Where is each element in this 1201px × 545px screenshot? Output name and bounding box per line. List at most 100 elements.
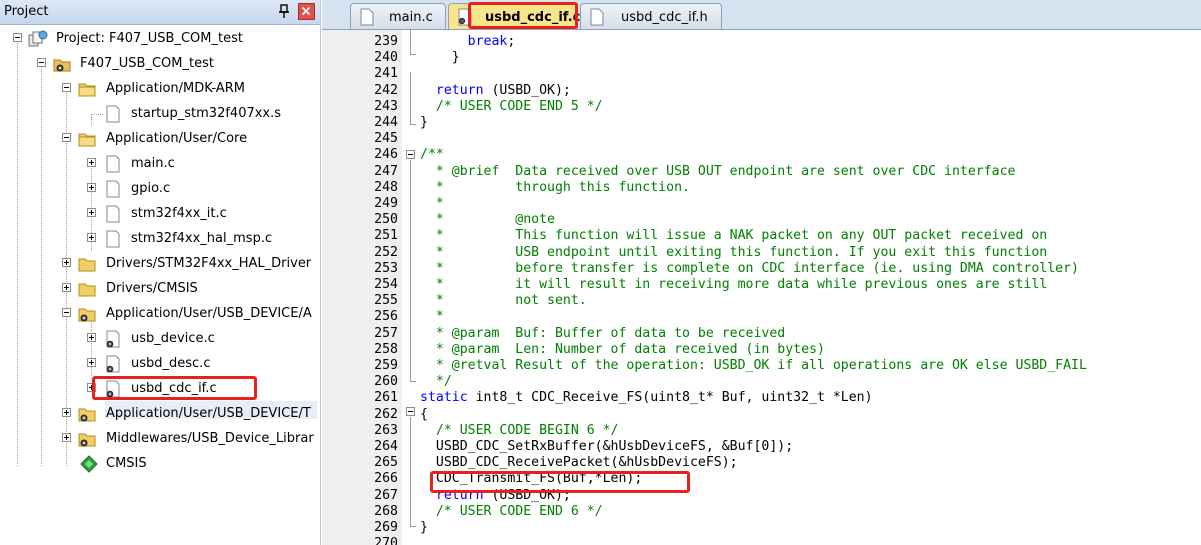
line-number: 241: [374, 66, 398, 82]
code-line[interactable]: 263 /* USER CODE BEGIN 6 */: [322, 423, 1201, 439]
fold-toggle-icon[interactable]: [406, 150, 415, 159]
pin-icon[interactable]: [277, 4, 291, 19]
code-line[interactable]: 248 * through this function.: [322, 180, 1201, 196]
code-token: {: [420, 406, 428, 422]
tree-item-group[interactable]: Application/User/Core: [0, 127, 320, 151]
line-number: 254: [374, 277, 398, 292]
code-token: /* USER CODE END 6 */: [435, 503, 603, 519]
code-text: * @retval Result of the operation: USBD_…: [420, 358, 1087, 374]
collapse-icon[interactable]: [37, 58, 46, 67]
code-line[interactable]: 257 * @param Buf: Buffer of data to be r…: [322, 326, 1201, 342]
fold-toggle-icon[interactable]: [406, 407, 415, 416]
tab-main-c[interactable]: main.c: [350, 3, 446, 29]
code-area[interactable]: 239 break; 240 } 241 242 return (USBD_OK); 2…: [322, 30, 1201, 545]
tab-usbd-cdc-if-h[interactable]: usbd_cdc_if.h: [580, 3, 722, 29]
tree-item-file[interactable]: gpio.c: [0, 177, 320, 201]
tree-item-cmsis[interactable]: CMSIS: [0, 452, 320, 476]
tree-item-group[interactable]: Drivers/CMSIS: [0, 277, 320, 301]
tree-item-file[interactable]: startup_stm32f407xx.s: [0, 102, 320, 126]
tree-item-target[interactable]: F407_USB_COM_test: [0, 52, 320, 76]
file-gear-icon: [106, 355, 120, 373]
code-text: * This function will issue a NAK packet …: [420, 228, 1047, 244]
expand-icon[interactable]: [62, 258, 71, 267]
code-text: static int8_t CDC_Receive_FS(uint8_t* Bu…: [420, 390, 873, 406]
code-line[interactable]: 252 * USB endpoint until exiting this fu…: [322, 245, 1201, 261]
tree-item-label: usbd_desc.c: [131, 356, 211, 371]
code-line[interactable]: 246 /**: [322, 147, 1201, 163]
collapse-icon[interactable]: [62, 133, 71, 142]
line-number: 265: [374, 455, 398, 471]
code-line[interactable]: 259 * @retval Result of the operation: U…: [322, 358, 1201, 374]
code-line[interactable]: 240 }: [322, 50, 1201, 66]
line-number: 251: [374, 228, 398, 244]
tree-item-file[interactable]: usbd_desc.c: [0, 352, 320, 376]
tree-item-file[interactable]: main.c: [0, 152, 320, 176]
expand-icon[interactable]: [62, 408, 71, 417]
line-number: 260: [374, 374, 398, 390]
expand-icon[interactable]: [62, 283, 71, 292]
file-icon: [590, 8, 604, 26]
expand-icon[interactable]: [87, 358, 96, 367]
close-panel-icon[interactable]: [298, 3, 315, 20]
code-token: break: [467, 34, 508, 49]
code-line[interactable]: 270: [322, 536, 1201, 545]
code-line[interactable]: 245: [322, 131, 1201, 147]
collapse-icon[interactable]: [62, 308, 71, 317]
expand-icon[interactable]: [87, 158, 96, 167]
code-text: break;: [420, 34, 516, 50]
code-text: * @param Len: Number of data received (i…: [420, 342, 825, 358]
expand-icon[interactable]: [87, 183, 96, 192]
tree-item-group[interactable]: Middlewares/USB_Device_Librar: [0, 427, 320, 451]
project-panel: Project Project: F407_USB_COM_test F407_…: [0, 0, 321, 545]
code-line[interactable]: 254 * it will result in receiving more d…: [322, 277, 1201, 293]
line-number: 247: [374, 163, 398, 179]
tree-item-group[interactable]: Application/User/USB_DEVICE/A: [0, 302, 320, 326]
line-number: 239: [374, 34, 398, 49]
code-line[interactable]: 242 return (USBD_OK);: [322, 83, 1201, 99]
tree-item-group[interactable]: Application/User/USB_DEVICE/T: [0, 402, 320, 426]
code-line[interactable]: 241: [322, 66, 1201, 82]
collapse-icon[interactable]: [13, 33, 22, 42]
code-line[interactable]: 251 * This function will issue a NAK pac…: [322, 228, 1201, 244]
code-token: ;: [507, 34, 516, 49]
code-line[interactable]: 265 USBD_CDC_ReceivePacket(&hUsbDeviceFS…: [322, 455, 1201, 471]
code-line[interactable]: 249 *: [322, 196, 1201, 212]
line-number: 256: [374, 309, 398, 325]
collapse-icon[interactable]: [62, 83, 71, 92]
code-text: return (USBD_OK);: [420, 83, 571, 99]
code-line[interactable]: 269}: [322, 520, 1201, 536]
code-line[interactable]: 268 /* USER CODE END 6 */: [322, 504, 1201, 520]
expand-icon[interactable]: [87, 208, 96, 217]
line-number: 258: [374, 341, 398, 357]
code-text: * before transfer is complete on CDC int…: [420, 261, 1079, 277]
code-token: * it will result in receiving more data …: [420, 277, 1048, 292]
code-line[interactable]: 258 * @param Len: Number of data receive…: [322, 342, 1201, 358]
expand-icon[interactable]: [62, 433, 71, 442]
code-line[interactable]: 239 break;: [322, 34, 1201, 50]
code-line[interactable]: 260 */: [322, 374, 1201, 390]
line-number: 270: [374, 536, 398, 545]
code-line[interactable]: 244}: [322, 115, 1201, 131]
code-line[interactable]: 264 USBD_CDC_SetRxBuffer(&hUsbDeviceFS, …: [322, 439, 1201, 455]
code-text: /**: [420, 147, 444, 163]
code-text: /* USER CODE END 5 */: [420, 99, 603, 115]
tree-item-group[interactable]: Application/MDK-ARM: [0, 77, 320, 101]
tree-item-project[interactable]: Project: F407_USB_COM_test: [0, 27, 320, 51]
folder-gear-icon: [78, 308, 96, 322]
expand-icon[interactable]: [87, 233, 96, 242]
code-line[interactable]: 255 * not sent.: [322, 293, 1201, 309]
expand-icon[interactable]: [87, 333, 96, 342]
code-line[interactable]: 262 {: [322, 407, 1201, 423]
code-line[interactable]: 253 * before transfer is complete on CDC…: [322, 261, 1201, 277]
tree-item-file[interactable]: stm32f4xx_hal_msp.c: [0, 227, 320, 251]
code-line[interactable]: 250 * @note: [322, 212, 1201, 228]
code-line[interactable]: 243 /* USER CODE END 5 */: [322, 99, 1201, 115]
code-line[interactable]: 247 * @brief Data received over USB OUT …: [322, 164, 1201, 180]
code-line[interactable]: 256 *: [322, 309, 1201, 325]
tree-item-file[interactable]: stm32f4xx_it.c: [0, 202, 320, 226]
tree-item-group[interactable]: Drivers/STM32F4xx_HAL_Driver: [0, 252, 320, 276]
tree-item-file[interactable]: usb_device.c: [0, 327, 320, 351]
code-line[interactable]: 261 static int8_t CDC_Receive_FS(uint8_t*…: [322, 390, 1201, 406]
line-number: 264: [374, 439, 398, 454]
